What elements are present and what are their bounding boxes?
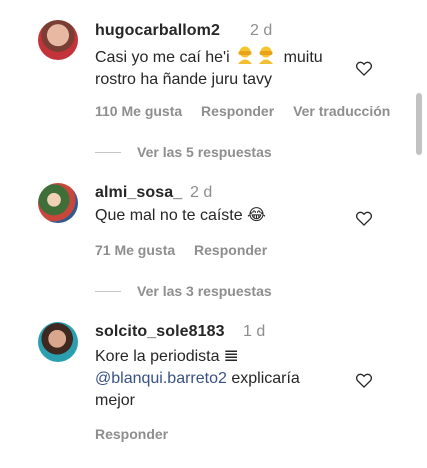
comment-text: Casi yo me caí he'i muitu rostro ha ñand… — [95, 46, 350, 91]
comment-actions: Responder — [95, 426, 183, 442]
heart-icon[interactable] — [354, 208, 374, 228]
comment-text: Que mal no te caíste 😂 — [95, 207, 266, 224]
mention-link[interactable]: @blanqui.barreto2 — [95, 370, 227, 387]
heart-icon[interactable] — [354, 58, 374, 78]
scrollbar-thumb[interactable] — [416, 93, 422, 155]
comment-actions: 110 Me gusta Responder Ver traducción — [95, 103, 405, 119]
reply-button[interactable]: Responder — [201, 103, 274, 119]
comment-text-part: Kore la periodista 𝌆 — [95, 348, 239, 365]
avatar[interactable] — [38, 183, 78, 223]
likes-count[interactable]: 110 Me gusta — [95, 103, 182, 119]
reply-button[interactable]: Responder — [95, 426, 168, 442]
comment-username[interactable]: hugocarballom2 — [95, 22, 220, 40]
view-replies-label: Ver las 3 respuestas — [137, 283, 272, 299]
divider — [95, 151, 121, 153]
comment-list: hugocarballom2 2 d Casi yo me caí he'i m… — [0, 0, 427, 468]
comment-text: Kore la periodista 𝌆 @blanqui.barreto2 e… — [95, 346, 350, 412]
view-replies-button[interactable]: Ver las 3 respuestas — [95, 282, 272, 300]
comment-text-part: rostro ha ñande juru tavy — [95, 71, 272, 88]
divider — [95, 290, 121, 292]
translate-button[interactable]: Ver traducción — [293, 103, 390, 119]
heart-icon[interactable] — [354, 370, 374, 390]
likes-count[interactable]: 71 Me gusta — [95, 242, 175, 258]
avatar[interactable] — [38, 322, 78, 362]
comment-time: 2 d — [250, 22, 273, 39]
view-replies-label: Ver las 5 respuestas — [137, 144, 272, 160]
comment-actions: 71 Me gusta Responder — [95, 242, 282, 258]
view-replies-button[interactable]: Ver las 5 respuestas — [95, 143, 272, 161]
comment-text-part: explicaría — [231, 370, 300, 387]
comment-username[interactable]: solcito_sole8183 — [95, 323, 225, 341]
comment-time: 2 d — [190, 184, 213, 201]
comment-text-part: mejor — [95, 392, 136, 409]
reply-button[interactable]: Responder — [194, 242, 267, 258]
comment-time: 1 d — [243, 323, 266, 340]
comment-text-part: Casi yo me caí he'i — [95, 49, 230, 66]
facepalm-emoji-icon — [238, 46, 274, 64]
comment-username[interactable]: almi_sosa_ — [95, 184, 182, 202]
comment-text-part: muitu — [283, 49, 323, 66]
avatar[interactable] — [38, 20, 78, 60]
